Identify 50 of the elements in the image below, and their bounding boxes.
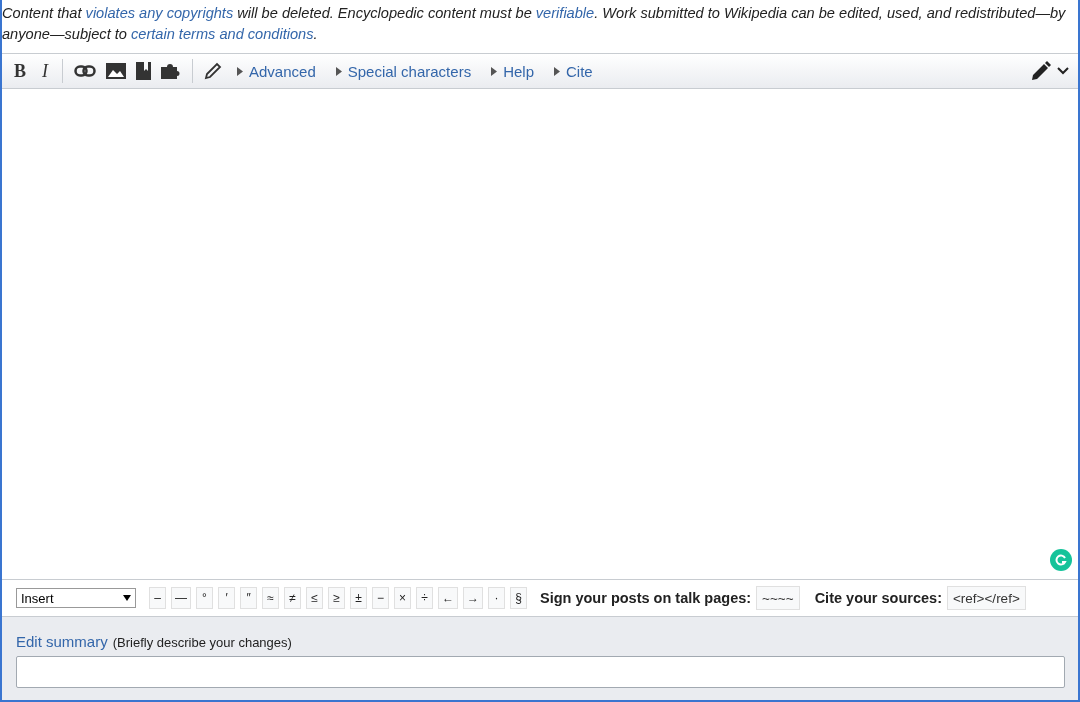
character-button[interactable]: ≤ [306,587,323,609]
notice-link[interactable]: violates any copyrights [85,5,234,21]
license-notice: Content that violates any copyrights will be deleted. Encyclopedic content must be verifiable. Work submitted to Wikipedia can be edited, used, and redistributed—by anyone—subject to certain terms and conditions. [2,4,1067,44]
triangle-icon [491,66,498,76]
sign-label: Sign your posts on talk pages: [540,590,752,606]
bookmark-icon [136,62,151,80]
character-button[interactable]: − [372,587,389,609]
character-button[interactable]: ≠ [284,587,301,609]
link-icon [74,64,96,78]
triangle-icon [237,66,243,76]
toolbar-menu[interactable]: Cite [546,60,601,82]
character-button[interactable]: ′ [218,587,235,609]
character-button[interactable]: ″ [240,587,257,609]
character-button[interactable]: → [463,587,483,609]
caret-icon [123,595,131,601]
summary-hint: (Briefly describe your changes) [112,635,292,650]
puzzle-icon [161,63,181,79]
character-button[interactable]: × [394,587,411,609]
character-button[interactable]: — [171,587,191,609]
character-button[interactable]: · [488,587,505,609]
image-button[interactable] [103,61,129,81]
italic-button[interactable]: I [36,58,54,84]
notice-link[interactable]: certain terms and conditions [131,26,314,42]
pencil-icon [204,62,222,80]
summary-label[interactable]: Edit summary [16,633,108,650]
toolbar-menu[interactable]: Advanced [229,60,324,82]
character-button[interactable]: ± [350,587,367,609]
triangle-icon [335,66,342,76]
toolbar-menu[interactable]: Special characters [327,60,480,82]
summary-field[interactable] [16,656,1065,688]
character-button[interactable]: ← [438,587,458,609]
bold-button[interactable]: B [8,58,32,84]
character-button[interactable]: ≥ [328,587,345,609]
triangle-icon [554,66,560,76]
character-button[interactable]: § [510,587,527,609]
signature-button[interactable]: ~~~~ [756,586,800,610]
chevron-down-icon [1057,67,1069,75]
cite-label: Cite your sources: [814,590,942,606]
insert-dropdown[interactable]: Insert [16,588,136,608]
character-button[interactable]: ° [196,587,213,609]
reference-button[interactable] [133,60,154,82]
ref-button[interactable]: <ref></ref> [946,586,1026,610]
character-button[interactable]: ≈ [262,587,279,609]
pencil-icon [1031,61,1051,81]
character-button[interactable]: ÷ [416,587,433,609]
notice-link[interactable]: verifiable [535,5,595,21]
image-icon [106,63,126,79]
link-button[interactable] [71,62,99,80]
character-button[interactable]: – [149,587,166,609]
toolbar-menu[interactable]: Help [483,60,542,82]
